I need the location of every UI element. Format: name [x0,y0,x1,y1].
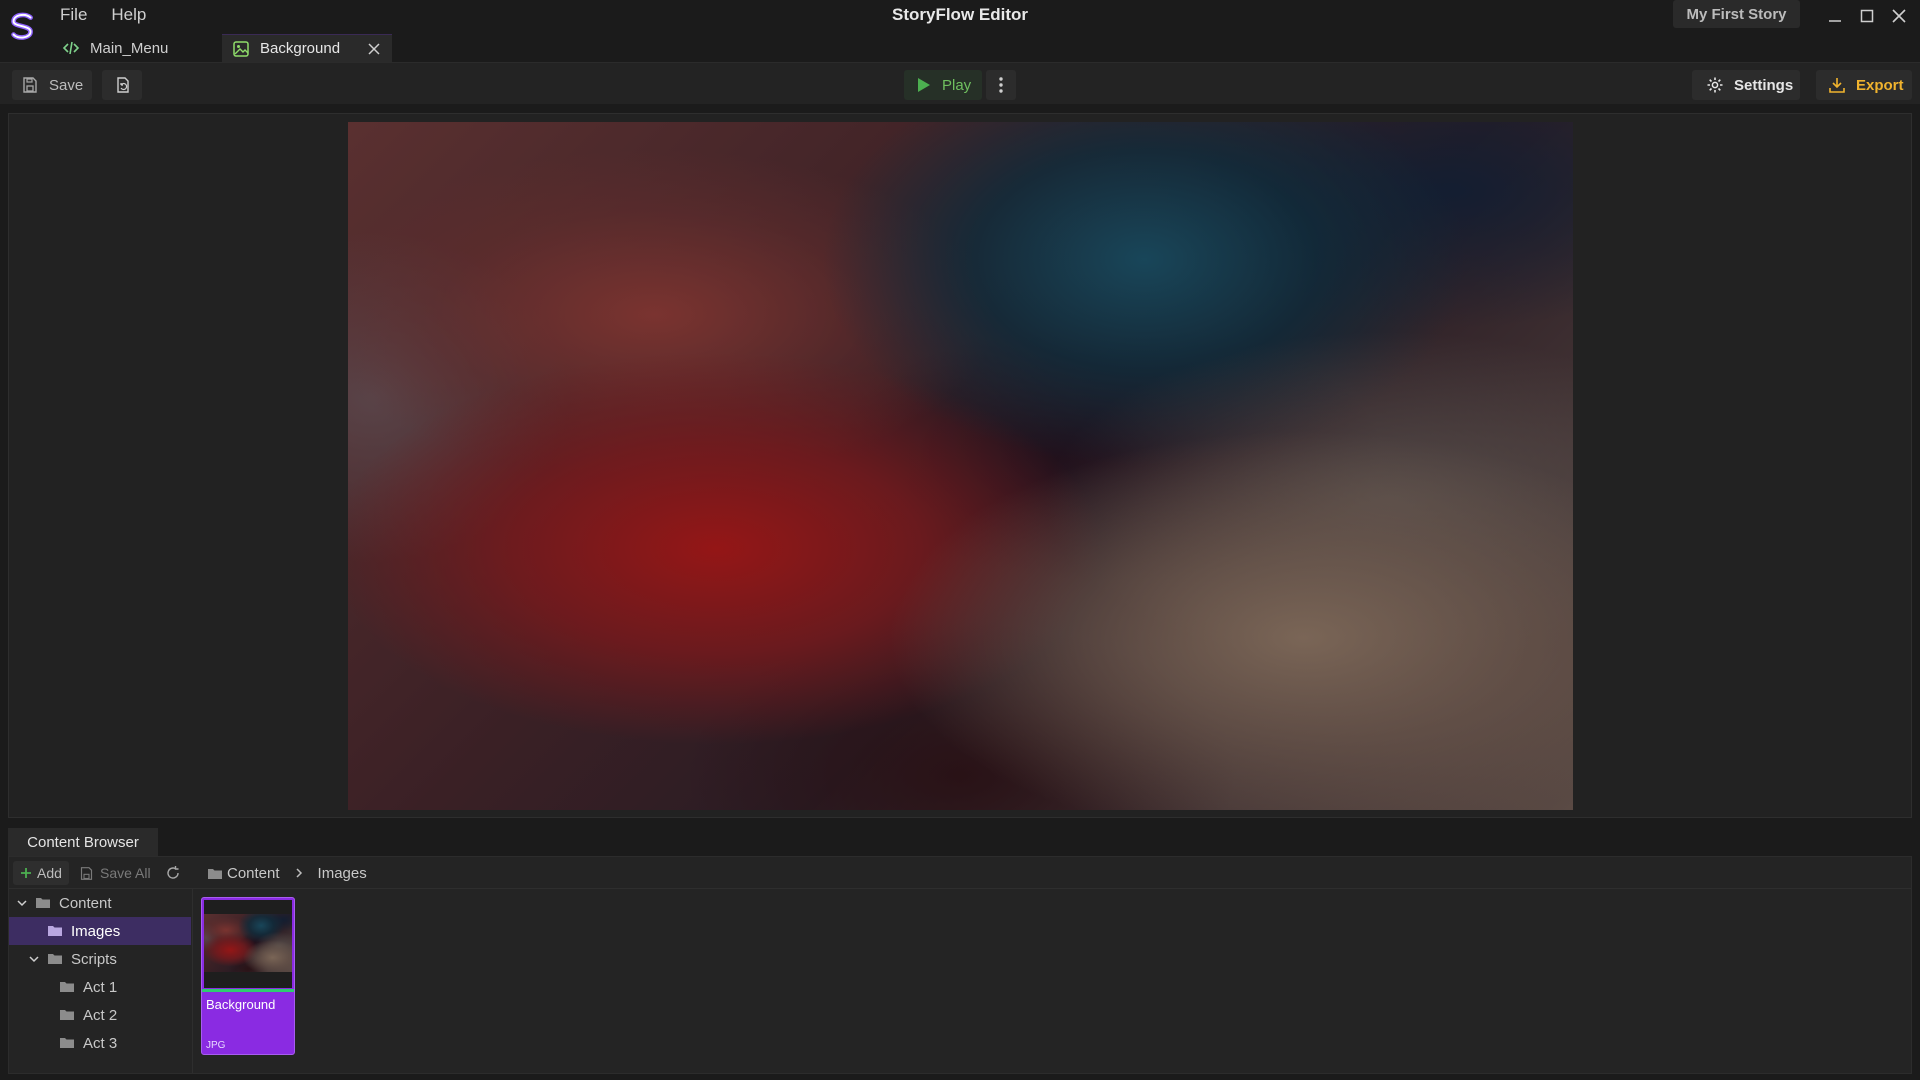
tree-item-label: Act 1 [83,978,118,996]
document-rotate-icon [117,77,129,93]
folder-icon [60,1038,74,1048]
breadcrumb-images[interactable]: Images [318,865,367,882]
refresh-icon [167,866,179,879]
breadcrumb-content[interactable]: Content [227,865,280,882]
tab-label: Main_Menu [90,39,169,57]
close-icon [368,42,380,55]
image-icon [232,40,250,58]
folder-tree: Content Images Scripts Act 1 Act 2 Act 3 [9,889,193,1073]
tree-item-scripts[interactable]: Scripts [9,945,191,973]
save-icon [23,77,37,93]
tree-item-label: Content [59,894,112,912]
folder-icon [48,954,62,964]
play-icon [918,78,930,92]
play-options-button[interactable] [986,70,1016,100]
settings-button[interactable]: Settings [1692,70,1800,100]
breadcrumb: Content Images [207,861,367,885]
image-viewport[interactable] [8,113,1912,818]
asset-type-bar [202,989,294,992]
minimize-icon [1829,20,1841,22]
close-icon [1892,9,1906,23]
save-icon [80,866,93,880]
maximize-button[interactable] [1854,4,1880,28]
tree-item-content[interactable]: Content [9,889,191,917]
content-browser-panel: Add Save All Content Images Content Imag… [8,856,1912,1074]
save-all-label: Save All [100,865,151,881]
project-name-button[interactable]: My First Story [1673,0,1800,28]
folder-icon [60,982,74,992]
chevron-down-icon[interactable] [15,896,29,910]
tree-item-label: Scripts [71,950,117,968]
chevron-down-icon[interactable] [27,952,41,966]
chevron-right-icon [296,868,302,878]
gear-icon [1707,77,1723,93]
save-button[interactable]: Save [12,70,92,100]
play-button[interactable]: Play [904,70,982,100]
asset-type: JPG [206,1040,226,1051]
folder-icon [60,1010,74,1020]
folder-icon [208,868,222,879]
minimize-button[interactable] [1822,4,1848,28]
add-button[interactable]: Add [13,861,69,885]
code-icon [62,39,80,57]
tab-close-button[interactable] [366,41,382,57]
tree-item-images[interactable]: Images [9,917,191,945]
content-browser-tab[interactable]: Content Browser [8,828,158,856]
close-window-button[interactable] [1886,4,1912,28]
tab-main-menu[interactable]: Main_Menu [54,34,214,62]
tree-item-act-1[interactable]: Act 1 [9,973,191,1001]
folder-icon [36,898,50,908]
asset-card-background[interactable]: Background JPG [201,897,295,1055]
tree-item-label: Act 2 [83,1006,118,1024]
app-window: File Help StoryFlow Editor My First Stor… [0,0,1920,1080]
tab-background[interactable]: Background [222,34,393,62]
asset-name: Background [206,997,276,1012]
tree-item-label: Act 3 [83,1034,118,1052]
refresh-button[interactable] [165,861,181,885]
editor-toolbar: Save Play Settings Export [0,62,1920,104]
more-vertical-icon [999,77,1003,93]
title-bar: File Help StoryFlow Editor My First Stor… [0,0,1920,40]
save-label: Save [49,76,84,94]
thumbnail-image [204,914,292,972]
export-label: Export [1856,76,1904,94]
play-label: Play [942,76,972,94]
gradient-image [348,122,1573,810]
folder-icon [48,926,62,936]
export-button[interactable]: Export [1816,70,1912,100]
settings-label: Settings [1734,76,1794,94]
save-as-button[interactable] [102,70,142,100]
save-all-button[interactable]: Save All [79,861,151,885]
download-icon [1829,78,1845,93]
editor-tabs: Main_Menu Background [54,34,393,62]
content-browser-toolbar: Add Save All Content Images [9,857,1911,889]
plus-icon [21,868,32,878]
maximize-icon [1860,9,1874,23]
asset-thumbnail [204,900,292,988]
tab-label: Background [260,40,341,57]
tree-item-act-3[interactable]: Act 3 [9,1029,191,1057]
tree-item-label: Images [71,922,121,940]
app-title: StoryFlow Editor [892,5,1028,24]
background-image-preview [348,122,1573,810]
add-label: Add [37,865,62,881]
tree-item-act-2[interactable]: Act 2 [9,1001,191,1029]
